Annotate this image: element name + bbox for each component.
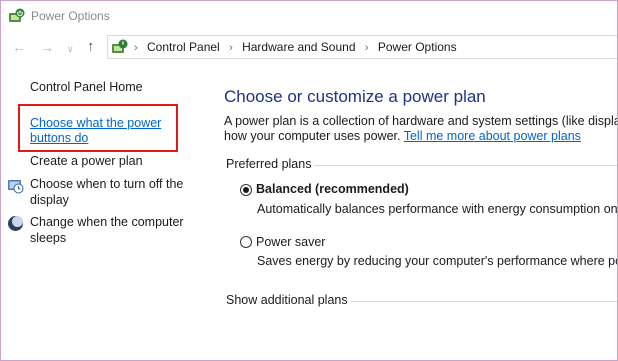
power-saver-plan-description: Saves energy by reducing your computer's… (257, 254, 617, 268)
clock-icon (8, 180, 24, 194)
sidebar-item-label: display (30, 192, 69, 207)
sidebar-item-turn-off-display[interactable]: Choose when to turn off the display (30, 177, 190, 208)
window-title: Power Options (31, 9, 110, 23)
sidebar: Control Panel Home Choose what the power… (1, 63, 211, 360)
main-content: Choose or customize a power plan A power… (223, 63, 617, 360)
breadcrumb-hardware-and-sound[interactable]: Hardware and Sound (242, 40, 355, 54)
power-options-icon (9, 8, 25, 22)
preferred-plans-label: Preferred plans (226, 157, 312, 171)
balanced-plan-radio[interactable] (240, 184, 252, 196)
sidebar-item-label: Change when the computer (30, 215, 184, 229)
sidebar-item-create-power-plan[interactable]: Create a power plan (30, 154, 143, 168)
title-bar: Power Options (1, 1, 617, 31)
sidebar-item-label: Choose when to turn off the (30, 177, 184, 191)
breadcrumb-separator-icon: › (134, 42, 138, 54)
address-bar[interactable]: › Control Panel › Hardware and Sound › P… (107, 35, 617, 59)
sidebar-item-label: Choose what the power (30, 116, 162, 130)
page-description: A power plan is a collection of hardware… (224, 114, 617, 144)
learn-more-link[interactable]: Tell me more about power plans (404, 129, 581, 143)
sidebar-item-change-sleep[interactable]: Change when the computer sleeps (30, 215, 190, 246)
power-saver-plan-name[interactable]: Power saver (256, 235, 325, 249)
sidebar-item-control-panel-home[interactable]: Control Panel Home (30, 80, 143, 94)
forward-arrow-icon[interactable]: → (40, 38, 54, 56)
power-saver-plan-radio[interactable] (240, 236, 252, 248)
section-divider (351, 301, 617, 302)
control-panel-icon (112, 39, 128, 53)
balanced-plan-name[interactable]: Balanced (recommended) (256, 182, 409, 196)
breadcrumb-power-options[interactable]: Power Options (378, 40, 457, 54)
page-title: Choose or customize a power plan (224, 87, 486, 106)
back-arrow-icon[interactable]: ← (12, 38, 26, 56)
moon-icon (8, 216, 23, 231)
section-divider (315, 165, 617, 166)
show-additional-plans-toggle[interactable]: Show additional plans (226, 293, 348, 307)
up-arrow-icon[interactable]: ↑ (87, 38, 95, 56)
breadcrumb-separator-icon: › (364, 42, 369, 54)
description-line: A power plan is a collection of hardware… (224, 114, 617, 128)
breadcrumb-control-panel[interactable]: Control Panel (147, 40, 220, 54)
sidebar-item-label: sleeps (30, 230, 67, 245)
chevron-down-icon[interactable]: ∨ (67, 40, 74, 58)
sidebar-item-choose-power-buttons[interactable]: Choose what the power buttons do (30, 116, 170, 146)
balanced-plan-description: Automatically balances performance with … (257, 202, 617, 216)
address-bar-row: ← → ∨ ↑ › Control Panel › Hardware and S… (1, 34, 617, 62)
sidebar-item-label: buttons do (30, 131, 89, 145)
description-line: how your computer uses power. (224, 129, 404, 143)
breadcrumb: › Control Panel › Hardware and Sound › P… (134, 40, 457, 54)
breadcrumb-separator-icon: › (229, 42, 233, 54)
power-options-window: Power Options ← → ∨ ↑ › Control Panel › … (0, 0, 618, 361)
